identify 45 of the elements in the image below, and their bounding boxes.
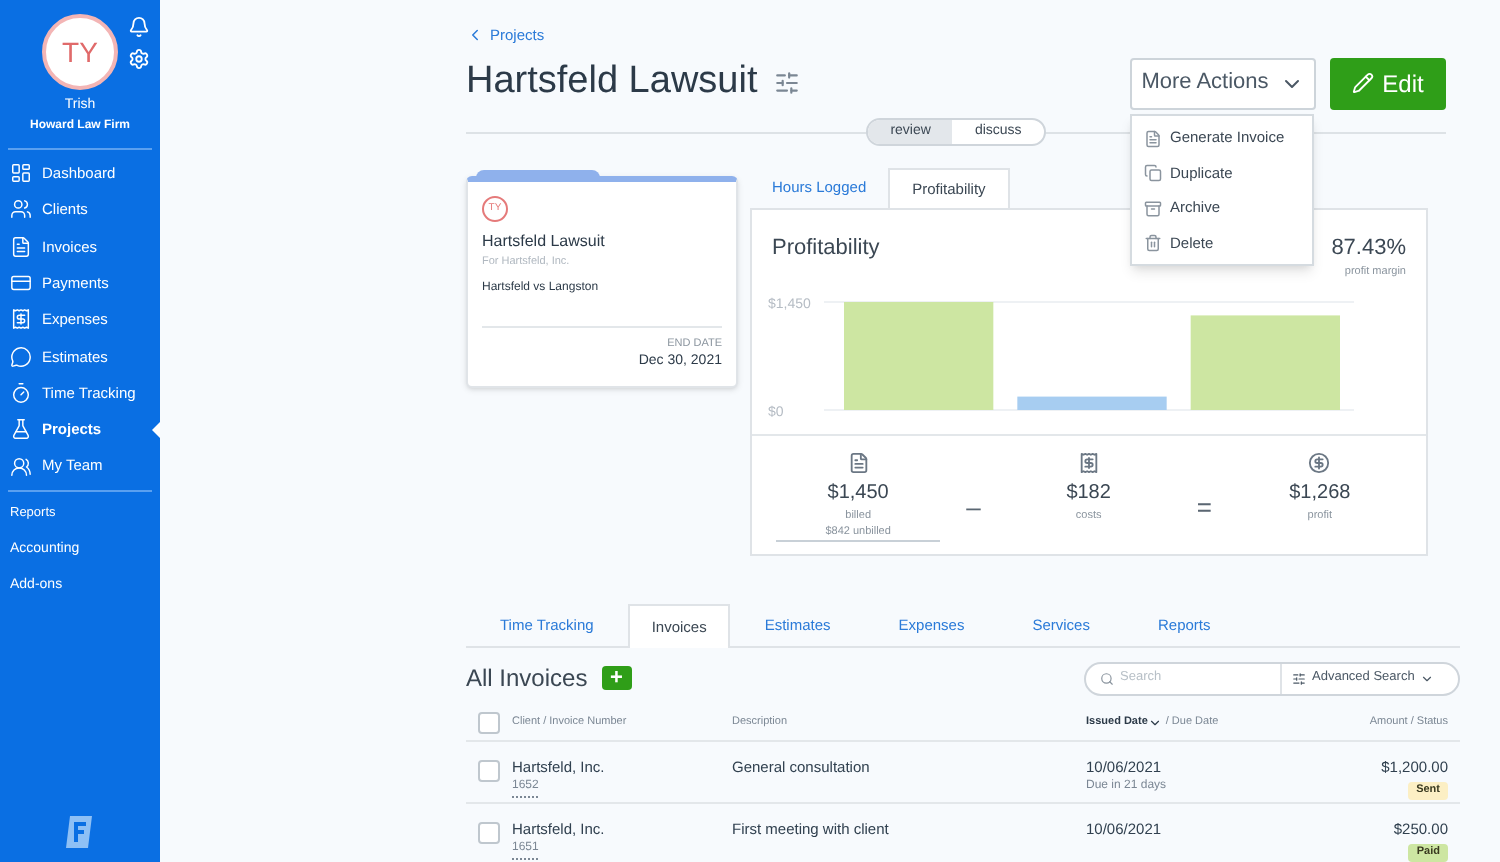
card-icon bbox=[10, 272, 32, 295]
document-icon bbox=[1144, 129, 1162, 147]
flask-icon bbox=[10, 418, 32, 441]
edit-button[interactable]: Edit bbox=[1330, 57, 1446, 109]
stopwatch-icon bbox=[10, 381, 32, 404]
document-icon bbox=[10, 235, 32, 258]
amount-value: $1,450 bbox=[827, 479, 889, 507]
people-icon bbox=[10, 198, 32, 221]
checkbox[interactable] bbox=[478, 711, 500, 733]
settings-icon[interactable] bbox=[128, 48, 150, 70]
selection-pointer bbox=[152, 421, 160, 438]
people-icon bbox=[10, 455, 32, 478]
archive-icon bbox=[1144, 199, 1162, 217]
amount-value: $182 bbox=[1066, 479, 1111, 507]
document-icon bbox=[847, 451, 870, 473]
more-actions-button[interactable]: More Actions bbox=[1130, 57, 1316, 109]
trash-icon bbox=[1144, 234, 1162, 252]
app-logo-icon bbox=[64, 814, 96, 850]
amount-value: $1,268 bbox=[1289, 479, 1351, 507]
notification-bell-icon[interactable] bbox=[128, 16, 150, 38]
avatar[interactable]: TY bbox=[42, 14, 118, 90]
checkbox[interactable] bbox=[478, 822, 500, 844]
receipt-icon bbox=[1077, 451, 1100, 473]
section-title: All Invoices bbox=[466, 662, 588, 696]
project-name: Hartsfeld Lawsuit bbox=[482, 229, 607, 254]
add-button[interactable]: + bbox=[601, 666, 632, 690]
dollar-icon bbox=[1308, 451, 1331, 473]
operator-sign: = bbox=[1196, 489, 1212, 525]
pencil-icon bbox=[1352, 72, 1375, 94]
folder-tab bbox=[476, 169, 600, 180]
chevron-left-icon bbox=[466, 26, 484, 45]
speech-bubble-icon bbox=[10, 345, 32, 368]
sliders-icon[interactable] bbox=[773, 70, 800, 96]
sliders-icon bbox=[1292, 671, 1306, 685]
caret-icon bbox=[1420, 671, 1435, 685]
checkbox[interactable] bbox=[478, 760, 500, 782]
copy-icon bbox=[1144, 164, 1162, 182]
sort-caret-icon bbox=[1147, 715, 1162, 729]
operator-sign: – bbox=[966, 489, 981, 525]
receipt-icon bbox=[10, 308, 32, 331]
panel-title: Profitability bbox=[772, 233, 880, 264]
search-icon bbox=[1100, 671, 1114, 685]
page-title: Hartsfeld Lawsuit bbox=[466, 58, 758, 107]
dashboard-icon bbox=[10, 162, 32, 185]
profit-margin-value: 87.43% bbox=[1331, 233, 1406, 264]
